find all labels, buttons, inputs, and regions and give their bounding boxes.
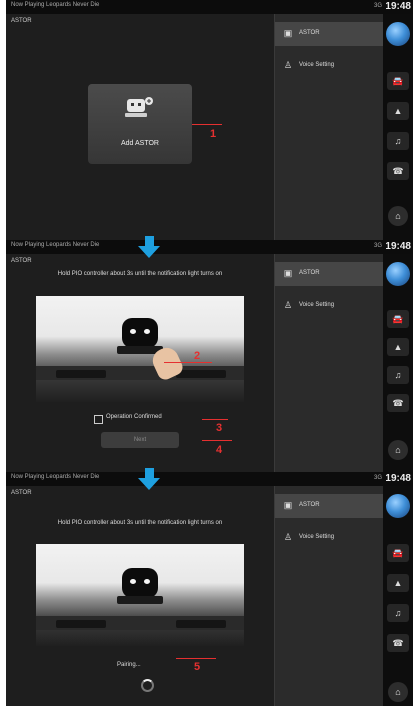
app-dock: 🚘 ▲ ♫ ☎ ⌂ (383, 14, 413, 240)
callout-number: 4 (216, 444, 223, 456)
callout-number: 5 (194, 661, 201, 673)
vent-left (56, 620, 106, 628)
callout-line (202, 440, 232, 441)
robot-device (122, 568, 158, 598)
callout-number: 1 (210, 128, 217, 140)
signal-indicator: 3G (373, 243, 382, 249)
device-base (117, 596, 163, 604)
status-notification: Now Playing Leopards Never Die (11, 2, 100, 8)
navigation-icon[interactable]: ▲ (387, 338, 409, 356)
callout-line (164, 362, 212, 363)
phone-icon[interactable]: ☎ (387, 394, 409, 412)
side-menu: ▣ ASTOR ♙ Voice Setting (274, 14, 383, 240)
home-icon[interactable]: ⌂ (388, 440, 408, 460)
menu-item-label: ASTOR (299, 502, 320, 508)
checkbox-box[interactable] (94, 415, 103, 424)
app-dock: 🚘 ▲ ♫ ☎ ⌂ (383, 254, 413, 472)
status-bar: Now Playing Leopards Never Die 3G 19:48 (6, 240, 413, 254)
side-menu: ▣ ASTOR ♙ Voice Setting (274, 254, 383, 472)
menu-item-voice-setting[interactable]: ♙ Voice Setting (275, 526, 383, 550)
pairing-status: Pairing... (117, 662, 141, 668)
screen-pairing: Now Playing Leopards Never Die 3G 19:48 … (6, 472, 413, 706)
menu-item-label: ASTOR (299, 30, 320, 36)
status-notification: Now Playing Leopards Never Die (11, 242, 100, 248)
signal-indicator: 3G (373, 475, 382, 481)
vent-right (176, 370, 226, 378)
person-voice-icon: ♙ (283, 300, 293, 310)
main-panel: ASTOR Hold PIO controller about 3s until… (6, 486, 274, 706)
device-icon: ▣ (283, 500, 293, 510)
main-panel: ASTOR Hold PIO controller about 3s until… (6, 254, 274, 472)
home-icon[interactable]: ⌂ (388, 682, 408, 702)
menu-item-astor[interactable]: ▣ ASTOR (275, 494, 383, 518)
status-clock: 19:48 (385, 473, 411, 484)
flow-arrow-stem (145, 236, 154, 246)
page-title: ASTOR (11, 18, 32, 24)
callout-number: 3 (216, 422, 223, 434)
checkbox-label: Operation Confirmed (106, 414, 162, 420)
phone-icon[interactable]: ☎ (387, 634, 409, 652)
car-icon[interactable]: 🚘 (387, 310, 409, 328)
menu-item-label: Voice Setting (299, 302, 335, 308)
page-title: ASTOR (11, 490, 32, 496)
status-bar: Now Playing Leopards Never Die 3G 19:48 (6, 0, 413, 14)
page-title: ASTOR (11, 258, 32, 264)
status-notification: Now Playing Leopards Never Die (11, 474, 100, 480)
device-add-icon (125, 97, 153, 117)
status-bar: Now Playing Leopards Never Die 3G 19:48 (6, 472, 413, 486)
instruction-text: Hold PIO controller about 3s until the n… (57, 520, 223, 526)
car-icon[interactable]: 🚘 (387, 544, 409, 562)
app-dock: 🚘 ▲ ♫ ☎ ⌂ (383, 486, 413, 706)
status-clock: 19:48 (385, 1, 411, 12)
callout-number: 2 (194, 350, 201, 362)
callout-line (202, 419, 228, 420)
callout-line (192, 124, 222, 125)
loading-spinner-icon (141, 679, 154, 692)
menu-item-voice-setting[interactable]: ♙ Voice Setting (275, 54, 383, 78)
menu-item-label: Voice Setting (299, 534, 335, 540)
menu-item-label: ASTOR (299, 270, 320, 276)
car-icon[interactable]: 🚘 (387, 72, 409, 90)
screen-add-device: Now Playing Leopards Never Die 3G 19:48 … (6, 0, 413, 240)
vent-right (176, 620, 226, 628)
menu-item-label: Voice Setting (299, 62, 335, 68)
globe-icon[interactable] (386, 494, 410, 518)
person-voice-icon: ♙ (283, 532, 293, 542)
navigation-icon[interactable]: ▲ (387, 102, 409, 120)
add-astor-label: Add ASTOR (120, 140, 159, 147)
navigation-icon[interactable]: ▲ (387, 574, 409, 592)
main-panel: ASTOR Add ASTOR 1 (6, 14, 274, 240)
menu-item-astor[interactable]: ▣ ASTOR (275, 262, 383, 286)
device-photo (36, 544, 244, 646)
person-voice-icon: ♙ (283, 60, 293, 70)
add-astor-button[interactable]: Add ASTOR (88, 84, 192, 164)
music-icon[interactable]: ♫ (387, 366, 409, 384)
status-clock: 19:48 (385, 241, 411, 252)
instruction-text: Hold PIO controller about 3s until the n… (57, 271, 223, 277)
callout-line (176, 658, 216, 659)
menu-item-astor[interactable]: ▣ ASTOR (275, 22, 383, 46)
device-icon: ▣ (283, 268, 293, 278)
globe-icon[interactable] (386, 262, 410, 286)
music-icon[interactable]: ♫ (387, 132, 409, 150)
flow-arrow-down-icon (138, 478, 160, 490)
signal-indicator: 3G (373, 3, 382, 9)
phone-icon[interactable]: ☎ (387, 162, 409, 180)
screen-confirm-operation: Now Playing Leopards Never Die 3G 19:48 … (6, 240, 413, 472)
device-icon: ▣ (283, 28, 293, 38)
music-icon[interactable]: ♫ (387, 604, 409, 622)
menu-item-voice-setting[interactable]: ♙ Voice Setting (275, 294, 383, 318)
side-menu: ▣ ASTOR ♙ Voice Setting (274, 486, 383, 706)
flow-arrow-stem (145, 468, 154, 478)
next-button[interactable]: Next (101, 432, 179, 448)
home-icon[interactable]: ⌂ (388, 206, 408, 226)
globe-icon[interactable] (386, 22, 410, 46)
vent-left (56, 370, 106, 378)
flow-arrow-down-icon (138, 246, 160, 258)
device-photo (36, 296, 244, 402)
robot-device (122, 318, 158, 348)
